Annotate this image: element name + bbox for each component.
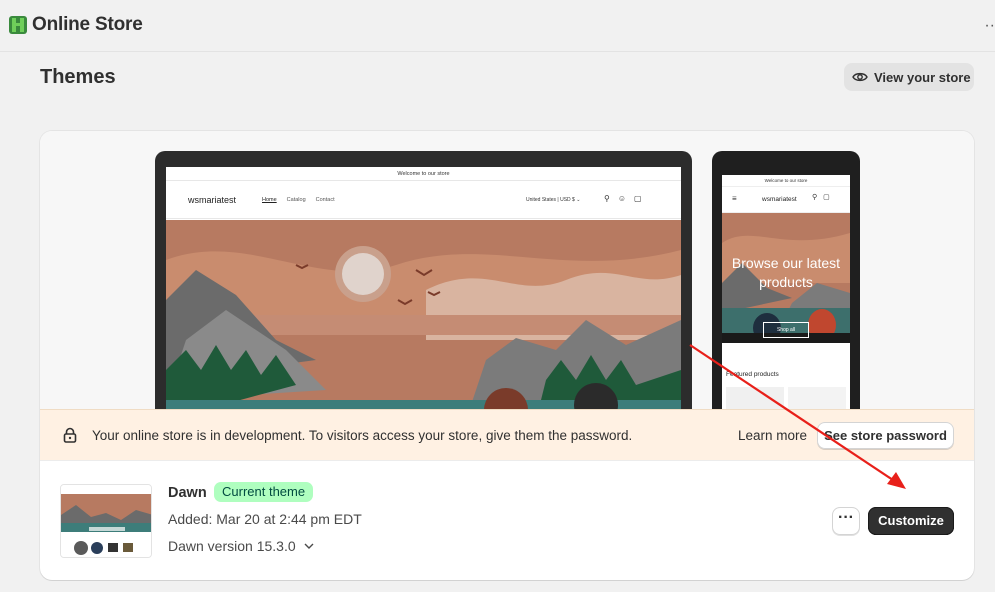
top-bar: Online Store ··: [0, 0, 995, 52]
theme-name: Dawn: [168, 485, 207, 501]
desktop-preview-screen: Welcome to our store wsmariatest Home Ca…: [166, 167, 681, 409]
cart-icon: ▢: [634, 194, 642, 203]
app-title: Online Store: [32, 14, 143, 35]
mobile-store-name: wsmariatest: [762, 196, 797, 203]
mobile-preview-screen: Welcome to our store ≡ wsmariatest ⚲ ▢ B…: [722, 175, 850, 409]
more-options-icon[interactable]: ··: [983, 17, 995, 35]
mobile-shop-all-button: Shop all: [763, 322, 809, 338]
nav-catalog: Catalog: [286, 197, 306, 203]
theme-card: Welcome to our store wsmariatest Home Ca…: [40, 131, 974, 580]
theme-actions-button[interactable]: ···: [832, 507, 860, 535]
theme-version-selector[interactable]: Dawn version 15.3.0: [168, 538, 314, 554]
mobile-announcement-bar: Welcome to our store: [722, 175, 850, 187]
search-icon: ⚲: [604, 194, 610, 203]
region-selector: United States | USD $ ⌄: [526, 197, 581, 203]
customize-button[interactable]: Customize: [868, 507, 954, 535]
online-store-icon: [9, 16, 27, 34]
theme-version-label: Dawn version 15.3.0: [168, 538, 296, 554]
store-header-icons: ⚲ ☺ ▢: [604, 194, 642, 203]
mobile-cart-icon: ▢: [823, 194, 830, 201]
see-store-password-button[interactable]: See store password: [817, 422, 954, 449]
mobile-header-icons: ⚲ ▢: [812, 193, 830, 201]
mobile-featured-section: Featured products: [722, 355, 850, 409]
store-header: wsmariatest Home Catalog Contact United …: [166, 181, 681, 219]
hero-illustration: [166, 220, 681, 409]
learn-more-link[interactable]: Learn more: [738, 428, 807, 443]
eye-icon: [852, 72, 868, 82]
page-title: Themes: [40, 66, 116, 88]
theme-added-date: Added: Mar 20 at 2:44 pm EDT: [168, 511, 362, 527]
mobile-search-icon: ⚲: [812, 194, 818, 201]
store-name: wsmariatest: [188, 195, 237, 205]
theme-preview: Welcome to our store wsmariatest Home Ca…: [40, 131, 974, 409]
lock-icon: [63, 427, 77, 443]
store-nav: Home Catalog Contact: [262, 197, 335, 203]
mobile-product-tile: [726, 387, 784, 409]
mobile-store-header: ≡ wsmariatest ⚲ ▢: [722, 187, 850, 213]
theme-thumbnail[interactable]: [60, 484, 152, 558]
desktop-preview: Welcome to our store wsmariatest Home Ca…: [155, 151, 692, 409]
menu-icon: ≡: [732, 194, 737, 203]
chevron-down-icon: [304, 543, 314, 549]
current-theme-badge: Current theme: [214, 482, 314, 502]
development-banner: Your online store is in development. To …: [40, 409, 974, 461]
mobile-preview: Welcome to our store ≡ wsmariatest ⚲ ▢ B…: [712, 151, 860, 409]
announcement-bar: Welcome to our store: [166, 167, 681, 181]
nav-home: Home: [262, 197, 277, 203]
theme-thumbnail-image: [61, 485, 151, 557]
mobile-featured-title: Featured products: [726, 371, 779, 378]
view-store-button[interactable]: View your store: [844, 63, 974, 91]
account-icon: ☺: [617, 194, 627, 203]
development-message: Your online store is in development. To …: [92, 428, 633, 443]
mobile-hero-heading: Browse our latest products: [731, 255, 841, 290]
mobile-product-tile: [788, 387, 846, 409]
view-store-label: View your store: [874, 69, 971, 85]
nav-contact: Contact: [315, 197, 335, 203]
